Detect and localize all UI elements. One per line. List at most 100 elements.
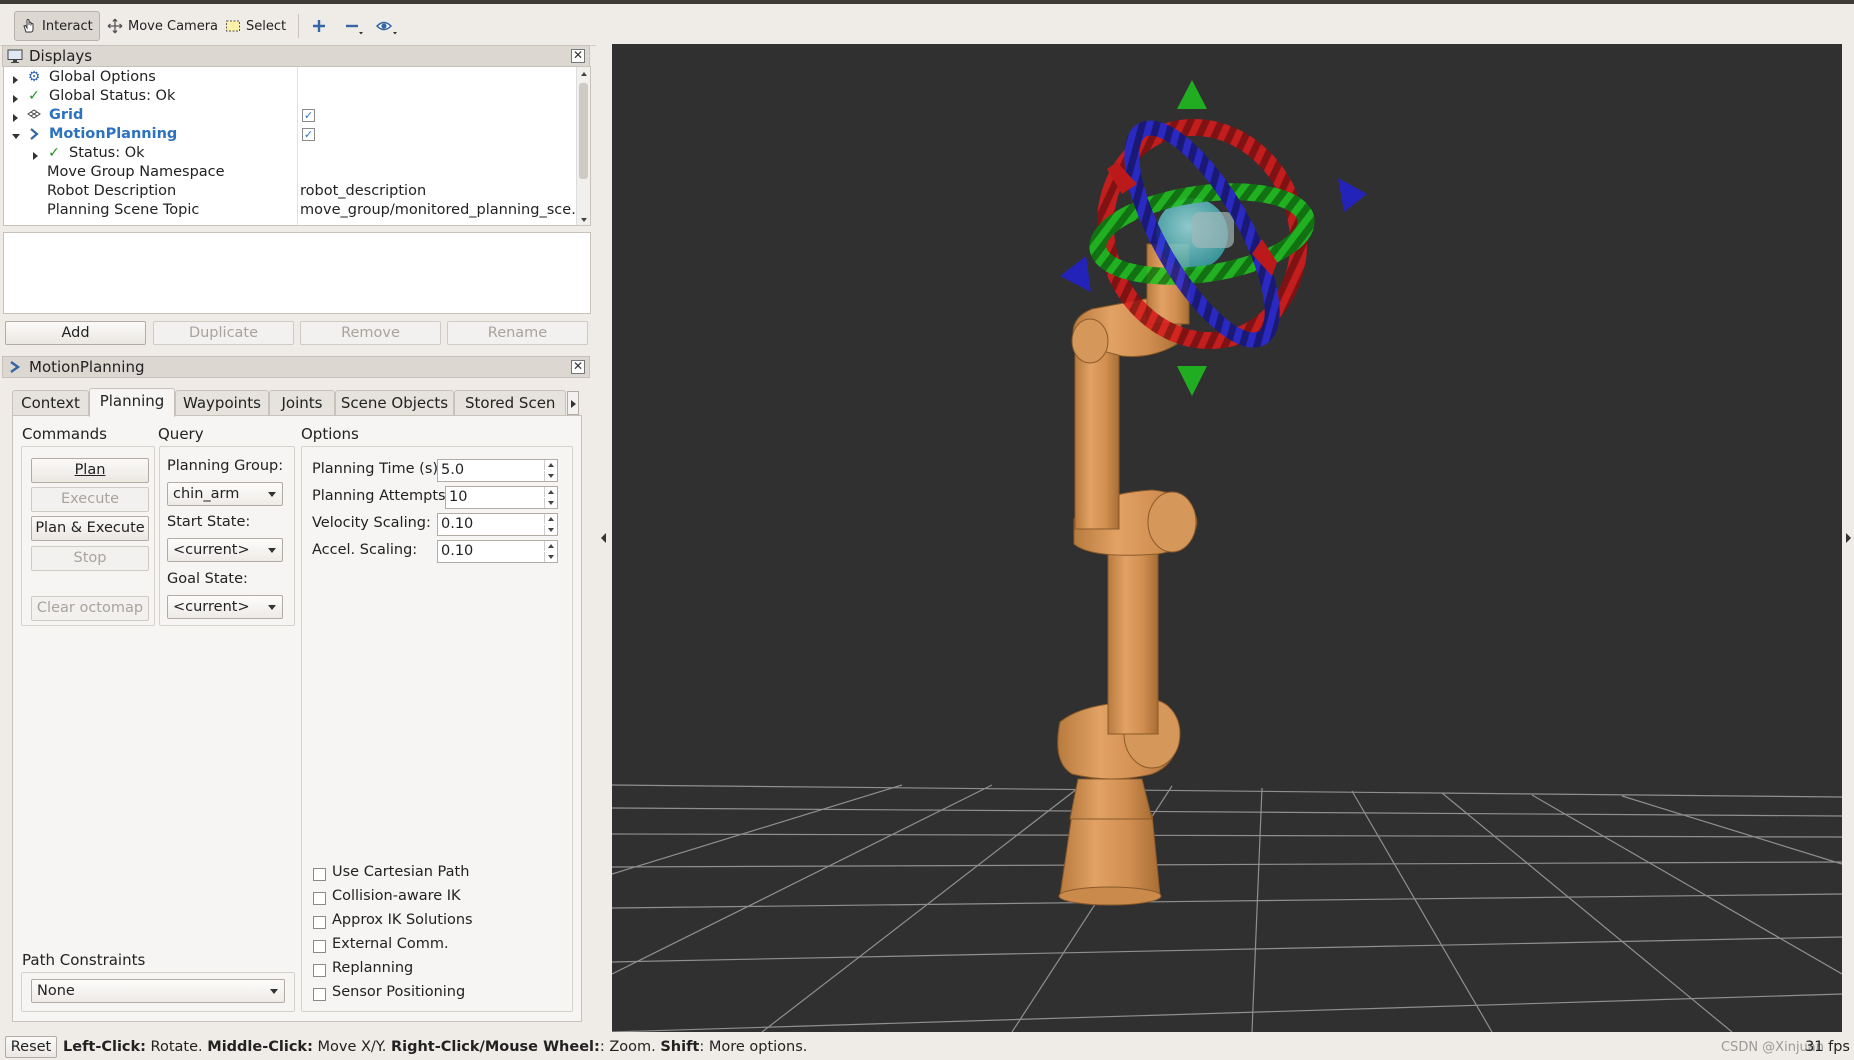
plan-label: Plan (74, 462, 106, 478)
start-state-label: Start State: (167, 514, 251, 530)
tree-row-motionplanning[interactable]: MotionPlanning ✓ (4, 125, 578, 144)
tree-row-label: Global Options (49, 69, 156, 85)
tab-stored-scenes[interactable]: Stored Scen (454, 390, 566, 416)
add-tool-plus-icon[interactable] (308, 16, 330, 36)
tab-waypoints[interactable]: Waypoints (175, 390, 269, 416)
hint-key-left: Left-Click: (63, 1039, 146, 1055)
move-camera-tool-button[interactable]: Move Camera (100, 11, 225, 41)
spin-down-icon[interactable] (544, 471, 557, 481)
right-dock-splitter[interactable] (1842, 44, 1854, 1032)
remove-tool-minus-icon[interactable] (342, 16, 364, 36)
hint-text-shift: : More options. (699, 1039, 808, 1055)
grid-enabled-checkbox[interactable]: ✓ (302, 109, 315, 122)
spin-up-icon[interactable] (544, 541, 557, 551)
expand-arrow-icon[interactable] (11, 110, 21, 122)
left-dock-splitter[interactable] (596, 44, 612, 1032)
tab-scene-objects[interactable]: Scene Objects (335, 390, 454, 416)
tree-row-grid[interactable]: Grid ✓ (4, 106, 578, 125)
plan-button[interactable]: Plan (31, 458, 149, 483)
fps-readout: 31 fps (1805, 1039, 1850, 1055)
expand-arrow-icon[interactable] (11, 72, 21, 84)
tree-row-status[interactable]: ✓ Status: Ok (4, 144, 578, 163)
tree-row-global-status[interactable]: ✓ Global Status: Ok (4, 87, 578, 106)
collision-aware-ik-checkbox[interactable] (313, 892, 326, 905)
add-display-button[interactable]: Add (5, 321, 146, 345)
displays-close-button[interactable]: ✕ (571, 49, 585, 63)
plan-and-execute-button[interactable]: Plan & Execute (31, 516, 149, 541)
sensor-positioning-label: Sensor Positioning (332, 984, 466, 1000)
stop-button[interactable]: Stop (31, 546, 149, 571)
use-cartesian-path-checkbox[interactable] (313, 868, 326, 881)
tree-scrollbar-thumb[interactable] (579, 83, 588, 179)
options-group-title: Options (301, 425, 359, 443)
rename-display-button[interactable]: Rename (447, 321, 588, 345)
tree-row-robot-description[interactable]: Robot Description robot_description (4, 182, 578, 201)
planning-time-spinbox[interactable]: 5.0 (437, 459, 558, 482)
start-state-value: <current> (173, 542, 250, 558)
tree-row-label: Planning Scene Topic (47, 202, 200, 218)
expand-arrow-icon[interactable] (11, 91, 21, 103)
select-tool-button[interactable]: Select (218, 11, 293, 41)
collapse-arrow-icon[interactable] (11, 129, 21, 139)
collision-aware-ik-label: Collision-aware IK (332, 888, 461, 904)
motionplanning-tabs: Context Planning Waypoints Joints Scene … (12, 388, 580, 417)
path-constraints-select[interactable]: None (31, 979, 285, 1003)
sensor-positioning-checkbox[interactable] (313, 988, 326, 1001)
displays-tree: ⚙ Global Options ✓ Global Status: Ok Gri… (3, 66, 591, 226)
tree-row-planning-scene-topic[interactable]: Planning Scene Topic move_group/monitore… (4, 201, 578, 220)
select-rectangle-icon (225, 18, 241, 34)
replanning-checkbox[interactable] (313, 964, 326, 977)
tree-row-value[interactable]: robot_description (300, 182, 576, 201)
approx-ik-checkbox[interactable] (313, 916, 326, 929)
tabs-scroll-right-button[interactable] (567, 391, 579, 415)
tree-row-global-options[interactable]: ⚙ Global Options (4, 68, 578, 87)
spin-down-icon[interactable] (544, 498, 557, 508)
3d-scene[interactable] (612, 44, 1842, 1032)
goal-state-select[interactable]: <current> (167, 595, 283, 619)
chevron-down-icon (268, 605, 276, 610)
tree-row-label: Move Group Namespace (47, 164, 225, 180)
tree-row-label: Grid (49, 107, 84, 123)
spin-down-icon[interactable] (544, 525, 557, 535)
motionplanning-close-button[interactable]: ✕ (571, 360, 585, 374)
external-comm-checkbox[interactable] (313, 940, 326, 953)
duplicate-display-button[interactable]: Duplicate (153, 321, 294, 345)
motionplanning-icon (26, 127, 42, 142)
velocity-scaling-label: Velocity Scaling: (312, 515, 431, 531)
spin-up-icon[interactable] (544, 514, 557, 524)
spin-up-icon[interactable] (544, 460, 557, 470)
motionplanning-enabled-checkbox[interactable]: ✓ (302, 128, 315, 141)
tab-planning[interactable]: Planning (89, 388, 175, 417)
remove-display-button[interactable]: Remove (300, 321, 441, 345)
expand-arrow-icon[interactable] (31, 148, 41, 160)
tree-scrollbar[interactable] (576, 67, 590, 225)
velocity-scaling-spinbox[interactable]: 0.10 (437, 513, 558, 536)
path-constraints-value: None (37, 983, 75, 999)
status-bar: Reset Left-Click: Rotate. Middle-Click: … (0, 1034, 1854, 1060)
planning-group-select[interactable]: chin_arm (167, 482, 283, 506)
hint-key-shift: Shift (660, 1039, 700, 1055)
view-eye-icon[interactable] (375, 16, 397, 36)
tree-row-value[interactable]: move_group/monitored_planning_sce… (300, 201, 576, 220)
execute-button[interactable]: Execute (31, 487, 149, 512)
reset-view-button[interactable]: Reset (5, 1036, 57, 1058)
tab-joints[interactable]: Joints (269, 390, 335, 416)
tab-context[interactable]: Context (12, 390, 89, 416)
status-ok-check-icon: ✓ (48, 145, 60, 161)
property-description-area (3, 232, 591, 314)
tree-row-partial (4, 220, 578, 225)
planning-attempts-spinbox[interactable]: 10 (445, 486, 558, 509)
accel-scaling-spinbox[interactable]: 0.10 (437, 540, 558, 563)
3d-viewport[interactable] (612, 44, 1842, 1032)
interact-tool-button[interactable]: Interact (14, 11, 100, 41)
start-state-select[interactable]: <current> (167, 538, 283, 562)
velocity-scaling-value: 0.10 (441, 516, 474, 532)
hint-text-middle: Move X/Y. (312, 1039, 391, 1055)
spin-up-icon[interactable] (544, 487, 557, 497)
tree-row-label: Global Status: Ok (49, 88, 176, 104)
tree-row-label: Status: Ok (69, 145, 145, 161)
tree-row-move-group-namespace[interactable]: Move Group Namespace (4, 163, 578, 182)
spin-down-icon[interactable] (544, 552, 557, 562)
clear-octomap-button[interactable]: Clear octomap (31, 596, 149, 621)
use-cartesian-path-label: Use Cartesian Path (332, 864, 470, 880)
